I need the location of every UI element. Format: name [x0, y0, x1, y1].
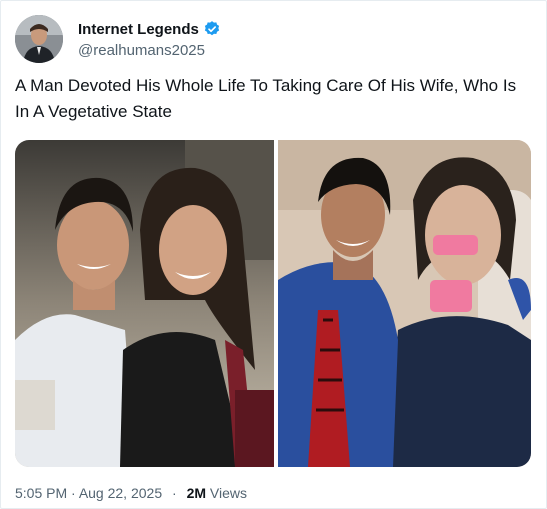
tweet-text: A Man Devoted His Whole Life To Taking C…	[15, 76, 517, 121]
tweet-date[interactable]: Aug 22, 2025	[79, 485, 162, 501]
separator: ·	[71, 485, 79, 501]
author-display-name: Internet Legends	[78, 20, 199, 38]
couple-after-photo[interactable]	[278, 140, 531, 467]
views-label: Views	[209, 485, 247, 501]
verified-badge-icon	[203, 20, 221, 38]
author-name[interactable]: Internet Legends	[78, 20, 221, 38]
author-handle[interactable]: @realhumans2025	[78, 42, 205, 59]
avatar[interactable]	[15, 15, 63, 63]
tweet-footer: 5:05 PM · Aug 22, 2025 · 2M Views	[15, 485, 247, 501]
tweet-time[interactable]: 5:05 PM	[15, 485, 67, 501]
tweet-media[interactable]	[15, 140, 531, 467]
views-count[interactable]: 2M	[187, 485, 206, 501]
tweet-card: Internet Legends @realhumans2025 A Man D…	[0, 0, 547, 509]
couple-before-photo[interactable]	[15, 140, 274, 467]
separator-dot: ·	[172, 485, 177, 501]
